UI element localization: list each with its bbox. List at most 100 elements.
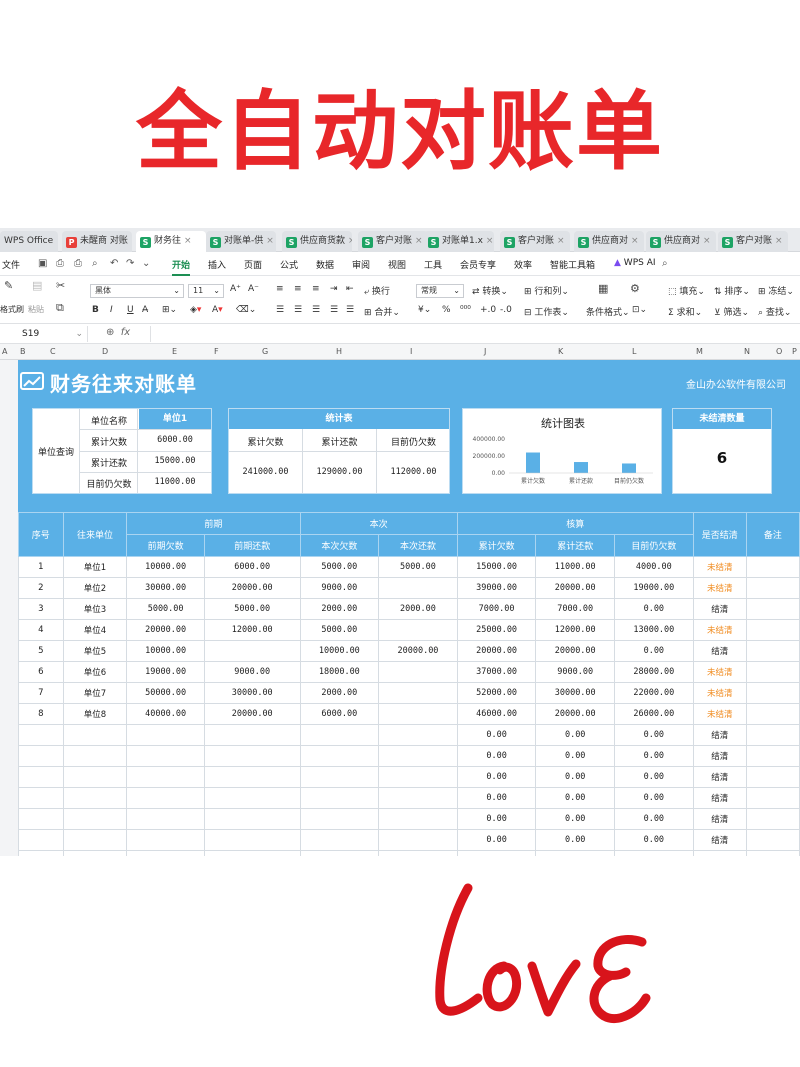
table-cell[interactable] <box>126 745 205 767</box>
table-cell[interactable]: 10000.00 <box>126 640 205 662</box>
close-icon[interactable]: × <box>703 236 711 246</box>
table-cell[interactable]: 0.00 <box>456 850 537 856</box>
bold-icon[interactable]: B <box>92 305 99 315</box>
table-cell[interactable] <box>378 745 458 767</box>
sheet-area[interactable]: 财务往来对账单 金山办公软件有限公司 单位查询 单位名称 单位1 累计欠数 600… <box>18 360 800 856</box>
table-cell[interactable]: 结清 <box>692 766 747 788</box>
sort-button[interactable]: ⇅ 排序⌄ <box>714 284 750 297</box>
table-cell[interactable] <box>203 766 301 788</box>
table-cell[interactable]: 2000.00 <box>378 598 458 620</box>
convert-button[interactable]: ⇄ 转换⌄ <box>472 284 508 297</box>
table-cell[interactable]: 20000.00 <box>456 640 537 662</box>
column-header-C[interactable]: C <box>50 347 56 356</box>
font-shrink-icon[interactable]: A⁻ <box>248 284 259 294</box>
table-cell[interactable]: 3 <box>18 598 64 620</box>
font-color-icon[interactable]: A▾ <box>212 305 223 315</box>
table-cell[interactable] <box>299 787 380 809</box>
table-cell[interactable] <box>62 766 128 788</box>
tab-7[interactable]: S 客户对账 × <box>500 231 570 252</box>
table-cell[interactable]: 未结清 <box>692 682 747 704</box>
table-cell[interactable]: 结清 <box>692 640 747 662</box>
table-cell[interactable]: 26000.00 <box>614 703 694 725</box>
table-cell[interactable]: 0.00 <box>535 745 615 767</box>
table-cell[interactable]: 20000.00 <box>203 577 301 599</box>
column-header-A[interactable]: A <box>2 347 7 356</box>
table-cell[interactable] <box>378 766 458 788</box>
close-icon[interactable]: × <box>631 236 639 246</box>
table-cell[interactable] <box>203 829 301 851</box>
table-cell-note[interactable] <box>745 577 800 599</box>
table-cell-note[interactable] <box>745 598 800 620</box>
menu-9[interactable]: 效率 <box>514 258 532 271</box>
table-cell[interactable]: 5000.00 <box>299 556 380 578</box>
table-cell[interactable]: 未结清 <box>692 619 747 641</box>
table-row[interactable]: 0.000.000.00结清 <box>18 724 800 746</box>
font-size-select[interactable]: 11 ⌄ <box>188 284 224 298</box>
tab-2[interactable]: S 财务往 × <box>136 231 206 252</box>
export-icon[interactable]: ⎙ <box>56 258 64 269</box>
table-cell[interactable]: 2000.00 <box>299 682 380 704</box>
tab-4[interactable]: S 供应商货款 × <box>282 231 352 252</box>
table-row[interactable]: 1 单位1 10000.00 6000.00 5000.00 5000.00 15000.0… <box>18 556 800 578</box>
menu-5[interactable]: 审阅 <box>352 258 370 271</box>
table-cell[interactable]: 未结清 <box>692 703 747 725</box>
cell-style-icon[interactable]: ⚙ <box>630 282 640 295</box>
table-cell[interactable]: 5 <box>18 640 64 662</box>
table-cell[interactable]: 9000.00 <box>535 661 615 683</box>
column-header-G[interactable]: G <box>262 347 268 356</box>
table-cell[interactable]: 18000.00 <box>299 661 380 683</box>
table-cell[interactable]: 4000.00 <box>614 556 694 578</box>
paste-icon[interactable]: ▤ <box>32 279 42 292</box>
table-cell[interactable]: 0.00 <box>614 787 694 809</box>
table-cell-note[interactable] <box>745 745 800 767</box>
table-cell-note[interactable] <box>745 640 800 662</box>
table-cell[interactable]: 2 <box>18 577 64 599</box>
table-cell[interactable] <box>378 619 458 641</box>
table-cell[interactable]: 30000.00 <box>126 577 205 599</box>
table-cell[interactable]: 19000.00 <box>126 661 205 683</box>
table-cell-note[interactable] <box>745 556 800 578</box>
table-cell[interactable]: 单位4 <box>62 619 128 641</box>
table-cell[interactable] <box>62 724 128 746</box>
table-cell[interactable]: 6 <box>18 661 64 683</box>
table-cell[interactable]: 39000.00 <box>456 577 537 599</box>
table-cell[interactable]: 0.00 <box>456 829 537 851</box>
table-row[interactable]: 6 单位6 19000.00 9000.00 18000.00 37000.00 9000.… <box>18 661 800 683</box>
cut-icon[interactable]: ✂ <box>56 279 65 292</box>
column-header-J[interactable]: J <box>484 347 486 356</box>
table-cell[interactable]: 0.00 <box>614 829 694 851</box>
table-row[interactable]: 0.000.000.00结清 <box>18 829 800 851</box>
table-cell[interactable] <box>203 724 301 746</box>
table-cell[interactable]: 0.00 <box>535 724 615 746</box>
menu-8[interactable]: 会员专享 <box>460 258 496 271</box>
table-row[interactable]: 5 单位5 10000.00 10000.00 20000.00 20000.00 2000… <box>18 640 800 662</box>
column-header-M[interactable]: M <box>696 347 703 356</box>
table-cell[interactable] <box>299 745 380 767</box>
close-icon[interactable]: × <box>415 236 423 246</box>
table-cell[interactable]: 0.00 <box>535 850 615 856</box>
menu-6[interactable]: 视图 <box>388 258 406 271</box>
decrease-decimal-icon[interactable]: -.0 <box>500 305 512 315</box>
chevron-down-icon[interactable]: ⌄ <box>142 258 150 269</box>
table-cell-note[interactable] <box>745 619 800 641</box>
table-cell[interactable]: 12000.00 <box>535 619 615 641</box>
table-row[interactable]: 2 单位2 30000.00 20000.00 9000.00 39000.00 20000… <box>18 577 800 599</box>
table-cell[interactable]: 0.00 <box>614 745 694 767</box>
table-cell[interactable]: 20000.00 <box>535 577 615 599</box>
filter-button[interactable]: ⊻ 筛选⌄ <box>714 305 749 318</box>
table-cell[interactable]: 7000.00 <box>535 598 615 620</box>
close-icon[interactable]: × <box>131 236 132 246</box>
table-cell[interactable]: 22000.00 <box>614 682 694 704</box>
table-cell[interactable]: 10000.00 <box>299 640 380 662</box>
table-cell[interactable] <box>299 829 380 851</box>
column-header-K[interactable]: K <box>558 347 563 356</box>
table-cell[interactable]: 28000.00 <box>614 661 694 683</box>
table-cell[interactable] <box>203 640 301 662</box>
table-cell[interactable]: 0.00 <box>456 766 537 788</box>
column-header-L[interactable]: L <box>632 347 636 356</box>
align-center-icon[interactable]: ☰ <box>294 305 302 315</box>
table-cell[interactable]: 2000.00 <box>299 598 380 620</box>
save-icon[interactable]: ▣ <box>38 258 47 269</box>
table-cell[interactable]: 1 <box>18 556 64 578</box>
column-header-F[interactable]: F <box>214 347 219 356</box>
